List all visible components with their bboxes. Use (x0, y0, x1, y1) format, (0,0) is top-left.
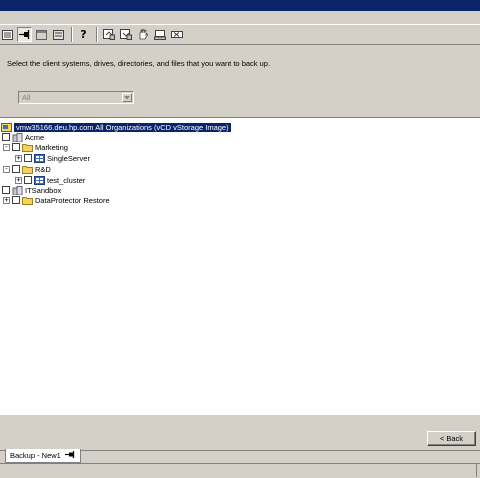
folder-icon (22, 196, 33, 205)
vcloud-server-icon (1, 122, 12, 132)
cancel-icon[interactable] (169, 27, 184, 42)
checkbox[interactable] (12, 196, 20, 204)
tab-label: Backup - New1 (10, 451, 61, 460)
help-icon[interactable]: ? (76, 27, 91, 42)
checkbox[interactable] (12, 165, 20, 173)
tree-item-label: DataProtector Restore (35, 195, 110, 205)
vapp-icon (34, 175, 45, 185)
tree-item-test-cluster[interactable]: + test_cluster (15, 175, 85, 185)
tree-root[interactable]: vmw35166.deu.hp.com All Organizations (v… (1, 121, 232, 133)
toolbar-separator (71, 27, 73, 42)
checkbox[interactable] (12, 143, 20, 151)
restore-object-icon[interactable] (118, 27, 133, 42)
toolbar-separator (96, 27, 98, 42)
back-button[interactable]: < Back (427, 431, 476, 446)
checkbox[interactable] (24, 154, 32, 162)
instruction-text: Select the client systems, drives, direc… (7, 59, 271, 68)
tree-item-label: ITSandbox (25, 185, 62, 195)
monitor-icon[interactable] (152, 27, 167, 42)
checkbox[interactable] (2, 186, 10, 194)
pin-icon[interactable] (64, 451, 76, 460)
window-title-bar[interactable] (0, 0, 480, 11)
menu-bar (0, 11, 480, 25)
expand-icon[interactable]: + (3, 196, 10, 204)
tree-root-label[interactable]: vmw35166.deu.hp.com All Organizations (v… (13, 121, 232, 133)
expand-icon[interactable]: + (15, 154, 22, 162)
tree-item-rnd[interactable]: - R&D (3, 164, 51, 174)
collapse-icon[interactable]: - (3, 143, 10, 151)
tree-item-singleserver[interactable]: + SingleServer (15, 153, 90, 163)
folder-icon (22, 165, 33, 174)
tree-item-label: R&D (35, 164, 51, 174)
tree-item-label: test_cluster (47, 175, 86, 185)
tree-item-acme[interactable]: Acme (2, 132, 44, 142)
folder-icon (22, 143, 33, 152)
chevron-down-icon[interactable] (122, 93, 132, 102)
hand-icon[interactable] (135, 27, 150, 42)
status-bar (0, 463, 480, 478)
tree-item-itsandbox[interactable]: ITSandbox (2, 185, 61, 195)
tree-item-label: Acme (25, 132, 45, 142)
status-bar-grip (476, 464, 480, 477)
checkbox[interactable] (24, 176, 32, 184)
toolbar: ? (0, 25, 480, 45)
expand-icon[interactable]: + (15, 176, 22, 184)
list-view-icon[interactable] (0, 27, 15, 42)
properties-icon[interactable] (51, 27, 66, 42)
collapse-icon[interactable]: - (3, 165, 10, 173)
filter-dropdown[interactable]: All (18, 91, 134, 104)
organization-icon (12, 185, 23, 195)
backup-object-icon[interactable] (101, 27, 116, 42)
tree-item-label: SingleServer (47, 153, 90, 163)
tree-item-marketing[interactable]: - Marketing (3, 142, 68, 152)
filter-value: All (22, 93, 31, 102)
checkbox[interactable] (2, 133, 10, 141)
window-icon[interactable] (34, 27, 49, 42)
wizard-button-bar (0, 414, 480, 450)
tree-item-label: Marketing (35, 142, 68, 152)
tree-item-dataprotector-restore[interactable]: + DataProtector Restore (3, 195, 110, 205)
tab-backup-new1[interactable]: Backup - New1 (5, 449, 81, 463)
pin-icon[interactable] (17, 27, 32, 42)
organization-icon (12, 132, 23, 142)
vapp-icon (34, 153, 45, 163)
backup-tree: vmw35166.deu.hp.com All Organizations (v… (0, 117, 480, 414)
